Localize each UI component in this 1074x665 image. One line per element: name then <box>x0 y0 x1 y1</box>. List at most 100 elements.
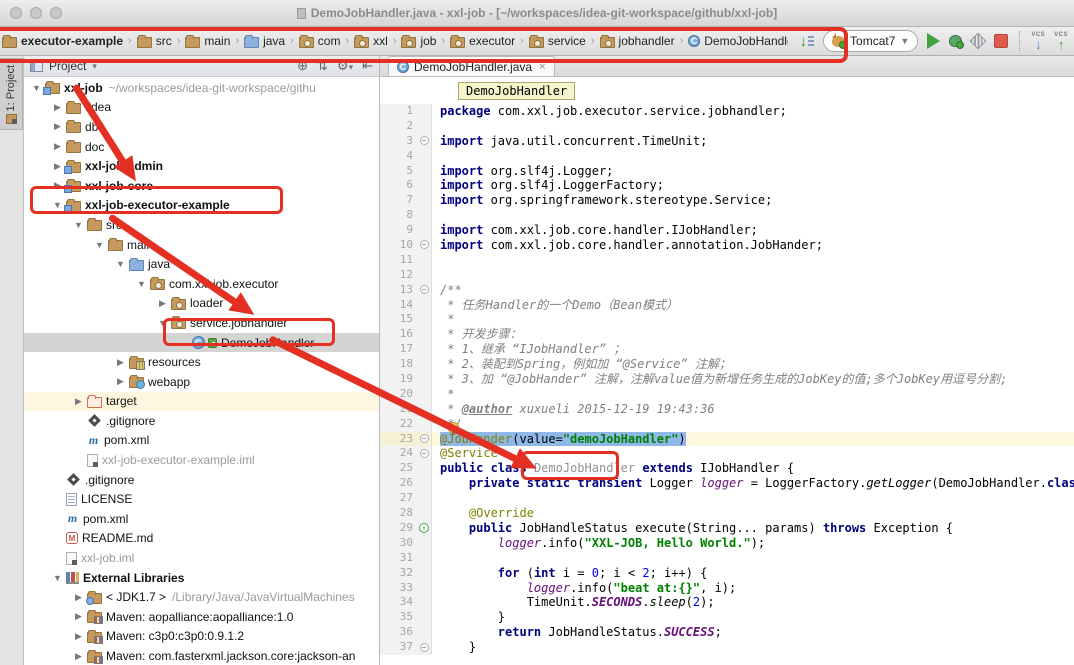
line-number[interactable]: 24 <box>380 446 417 461</box>
settings-gear-icon[interactable]: ⚙▾ <box>337 58 353 74</box>
code-line-20[interactable]: 20 * <box>380 387 1074 402</box>
tree-chevron[interactable]: ▶ <box>112 376 129 387</box>
tree-item-jdk1-7[interactable]: ▶< JDK1.7 >/Library/Java/JavaVirtualMach… <box>24 587 379 607</box>
gutter[interactable]: 14 <box>380 298 432 313</box>
tree-item-xxl-job-iml[interactable]: xxl-job.iml <box>24 548 379 568</box>
gutter[interactable]: 30 <box>380 536 432 551</box>
breadcrumb-item-jobhandler[interactable]: jobhandler <box>598 34 677 48</box>
line-number[interactable]: 25 <box>380 461 417 476</box>
line-number[interactable]: 20 <box>380 387 417 402</box>
fold-marker-icon[interactable]: − <box>420 240 429 249</box>
code-line-7[interactable]: 7import org.springframework.stereotype.S… <box>380 193 1074 208</box>
line-number[interactable]: 16 <box>380 327 417 342</box>
intention-bulb-icon[interactable] <box>448 422 459 433</box>
chevron-down-icon[interactable]: ▾ <box>92 61 97 72</box>
breadcrumb-item-executor[interactable]: executor <box>448 34 517 48</box>
tree-item-xxl-job-core[interactable]: ▶xxl-job-core <box>24 176 379 196</box>
line-number[interactable]: 7 <box>380 193 417 208</box>
gutter[interactable]: 4 <box>380 149 432 164</box>
code-line-23[interactable]: 23−@JobHander(value="demoJobHandler") <box>380 432 1074 447</box>
line-number[interactable]: 37 <box>380 640 417 655</box>
code-line-33[interactable]: 33 logger.info("beat at:{}", i); <box>380 581 1074 596</box>
tree-chevron[interactable]: ▼ <box>112 259 129 269</box>
tree-item-main[interactable]: ▼main <box>24 235 379 255</box>
line-number[interactable]: 17 <box>380 342 417 357</box>
tree-item-resources[interactable]: ▶resources <box>24 352 379 372</box>
navigate-down-icon[interactable]: ↓ <box>800 34 815 49</box>
line-number[interactable]: 10 <box>380 238 417 253</box>
gutter[interactable]: 26 <box>380 476 432 491</box>
tree-item-doc[interactable]: ▶doc <box>24 137 379 157</box>
collapse-all-icon[interactable]: ⇅ <box>317 58 328 74</box>
line-number[interactable]: 11 <box>380 253 417 268</box>
breadcrumb-item-com[interactable]: com <box>297 34 343 48</box>
gutter[interactable]: 36 <box>380 625 432 640</box>
code-line-3[interactable]: 3−import java.util.concurrent.TimeUnit; <box>380 134 1074 149</box>
breadcrumb-item-service[interactable]: service <box>527 34 588 48</box>
line-number[interactable]: 6 <box>380 178 417 193</box>
tree-chevron[interactable]: ▶ <box>70 592 87 603</box>
gutter[interactable]: 3− <box>380 134 432 149</box>
code-line-31[interactable]: 31 <box>380 551 1074 566</box>
gutter[interactable]: 29↑ <box>380 521 432 536</box>
code-line-10[interactable]: 10−import com.xxl.job.core.handler.annot… <box>380 238 1074 253</box>
gutter[interactable]: 23− <box>380 432 432 447</box>
code-line-4[interactable]: 4 <box>380 149 1074 164</box>
gutter[interactable]: 13− <box>380 283 432 298</box>
fold-marker-icon[interactable]: − <box>420 285 429 294</box>
code-line-8[interactable]: 8 <box>380 208 1074 223</box>
code-line-21[interactable]: 21 * @author xuxueli 2015-12-19 19:43:36 <box>380 402 1074 417</box>
gutter[interactable]: 19 <box>380 372 432 387</box>
code-line-11[interactable]: 11 <box>380 253 1074 268</box>
code-editor[interactable]: 1package com.xxl.job.executor.service.jo… <box>380 77 1074 665</box>
tree-item-idea[interactable]: ▶.idea <box>24 98 379 118</box>
code-line-19[interactable]: 19 * 3、加 “@JobHander” 注解，注解value值为新增任务生成… <box>380 372 1074 387</box>
tree-item-xxl-job-executor-example[interactable]: ▼xxl-job-executor-example <box>24 196 379 216</box>
line-number[interactable]: 33 <box>380 581 417 596</box>
tree-item-target[interactable]: ▶target <box>24 392 379 412</box>
code-line-28[interactable]: 28 @Override <box>380 506 1074 521</box>
code-line-37[interactable]: 37− } <box>380 640 1074 655</box>
line-number[interactable]: 31 <box>380 551 417 566</box>
tree-chevron[interactable]: ▶ <box>70 631 87 642</box>
line-number[interactable]: 27 <box>380 491 417 506</box>
line-number[interactable]: 28 <box>380 506 417 521</box>
line-number[interactable]: 14 <box>380 298 417 313</box>
tree-chevron[interactable]: ▼ <box>49 573 66 583</box>
vcs-update-button[interactable]: VCS↓ <box>1031 32 1045 51</box>
editor-tab-demojobhandler[interactable]: DemoJobHandler.java × <box>388 56 555 76</box>
breadcrumb-item-src[interactable]: src <box>135 34 174 48</box>
code-line-6[interactable]: 6import org.slf4j.LoggerFactory; <box>380 178 1074 193</box>
gutter[interactable]: 24− <box>380 446 432 461</box>
coverage-button[interactable] <box>970 33 987 50</box>
debug-button[interactable] <box>949 35 962 47</box>
run-button[interactable] <box>927 33 940 49</box>
tree-item-maven-com-fasterxml-jackson-core-jackson-an[interactable]: ▶Maven: com.fasterxml.jackson.core:jacks… <box>24 646 379 665</box>
gutter[interactable]: 1 <box>380 104 432 119</box>
line-number[interactable]: 29 <box>380 521 417 536</box>
breadcrumb-item-main[interactable]: main <box>183 34 232 48</box>
line-number[interactable]: 5 <box>380 164 417 179</box>
code-line-2[interactable]: 2 <box>380 119 1074 134</box>
line-number[interactable]: 21 <box>380 402 417 417</box>
gutter[interactable]: 28 <box>380 506 432 521</box>
gutter[interactable]: 17 <box>380 342 432 357</box>
gutter[interactable]: 2 <box>380 119 432 134</box>
code-line-22[interactable]: 22 */ <box>380 417 1074 432</box>
code-line-17[interactable]: 17 * 1、继承 “IJobHandler” ； <box>380 342 1074 357</box>
gutter[interactable]: 18 <box>380 357 432 372</box>
line-number[interactable]: 2 <box>380 119 417 134</box>
code-line-30[interactable]: 30 logger.info("XXL-JOB, Hello World."); <box>380 536 1074 551</box>
tree-chevron[interactable]: ▼ <box>91 240 108 250</box>
project-tool-window-tab[interactable]: 1: Project <box>0 58 23 130</box>
tree-item-maven-aopalliance-aopalliance-1-0[interactable]: ▶Maven: aopalliance:aopalliance:1.0 <box>24 607 379 627</box>
gutter[interactable]: 25 <box>380 461 432 476</box>
tree-item-com-xxl-job-executor[interactable]: ▼com.xxl.job.executor <box>24 274 379 294</box>
fold-marker-icon[interactable]: − <box>420 643 429 652</box>
gutter[interactable]: 10− <box>380 238 432 253</box>
tree-item-gitignore[interactable]: .gitignore <box>24 470 379 490</box>
gutter[interactable]: 32 <box>380 566 432 581</box>
gutter[interactable]: 21 <box>380 402 432 417</box>
close-tab-icon[interactable]: × <box>539 61 545 73</box>
line-number[interactable]: 4 <box>380 149 417 164</box>
